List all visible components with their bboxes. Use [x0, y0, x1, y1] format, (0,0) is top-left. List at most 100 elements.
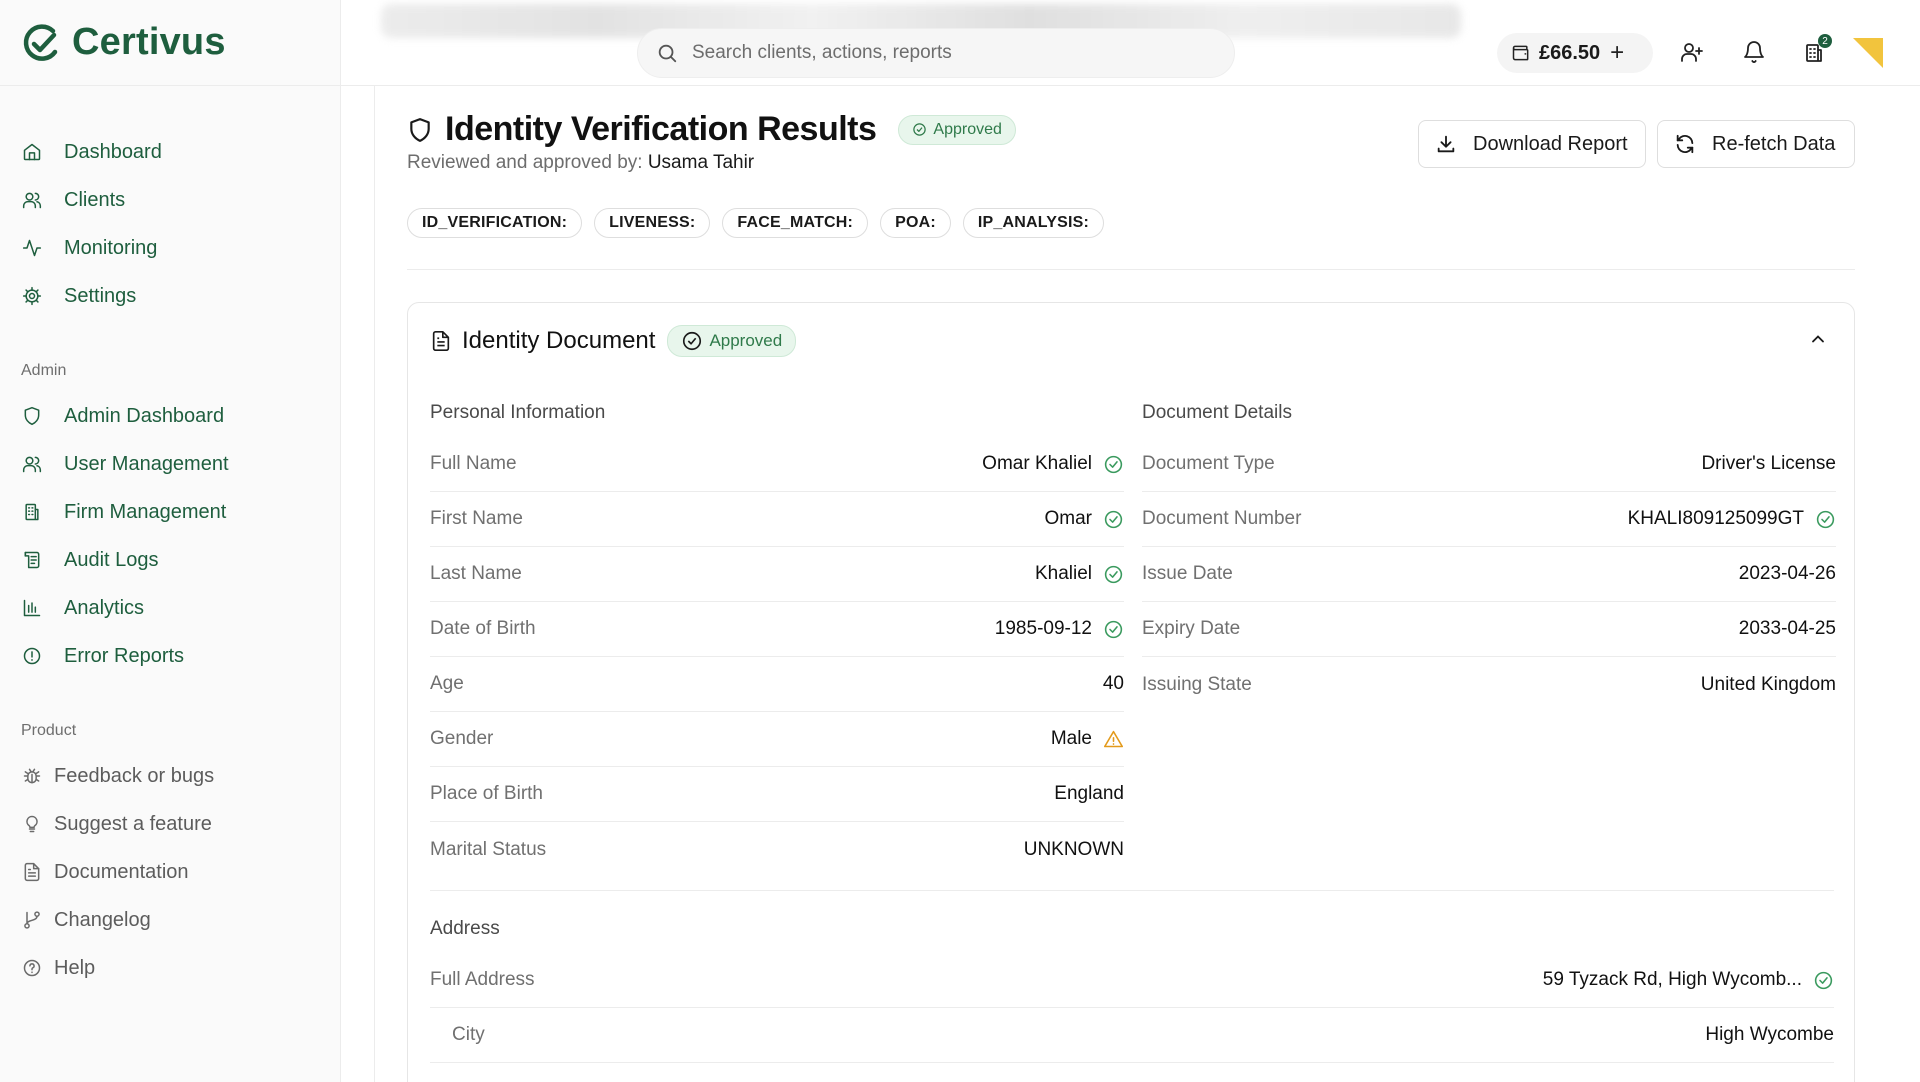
brand[interactable]: Certivus [0, 0, 340, 86]
sidebar-item-label: Feedback or bugs [54, 764, 215, 787]
field-value: High Wycombe [1705, 1024, 1834, 1045]
git-branch-icon [21, 909, 43, 931]
download-report-label: Download Report [1473, 132, 1628, 155]
check-circle-icon [1102, 453, 1124, 475]
alert-circle-icon [21, 645, 43, 667]
download-report-button[interactable]: Download Report [1418, 120, 1646, 168]
shield-icon [410, 117, 430, 142]
sidebar-item-analytics[interactable]: Analytics [0, 584, 340, 632]
sidebar-item-documentation[interactable]: Documentation [0, 848, 340, 896]
sidebar-item-feedback[interactable]: Feedback or bugs [0, 752, 340, 800]
sidebar-item-label: Audit Logs [64, 548, 159, 571]
sidebar-item-label: Analytics [64, 596, 145, 619]
document-details-section: Document Details Document Type Driver's L… [1142, 399, 1836, 712]
notifications-button[interactable] [1740, 38, 1768, 66]
sidebar-item-label: Changelog [54, 908, 151, 931]
sidebar-item-label: Firm Management [64, 500, 227, 523]
sidebar-item-help[interactable]: Help [0, 944, 340, 992]
chevron-up-icon [1812, 335, 1824, 343]
status-label: Approved [933, 120, 1002, 138]
sidebar-section-product: Product [21, 722, 77, 739]
sidebar-item-label: Suggest a feature [54, 812, 212, 835]
field-row: Marital Status UNKNOWN [430, 822, 1124, 877]
document-rows: Document Type Driver's License Document Nu… [1142, 437, 1836, 712]
field-label: City [452, 1024, 485, 1045]
field-label: Document Number [1142, 508, 1302, 529]
sidebar-item-settings[interactable]: Settings [0, 272, 340, 320]
field-label: Expiry Date [1142, 618, 1241, 639]
section-heading: Document Details [1142, 402, 1292, 423]
field-label: Issue Date [1142, 563, 1233, 584]
sidebar-item-admin-dashboard[interactable]: Admin Dashboard [0, 392, 340, 440]
field-value-group: 2033-04-25 [1739, 618, 1836, 640]
field-label: Age [430, 673, 464, 694]
search-bar[interactable] [637, 28, 1235, 78]
field-label: First Name [430, 508, 523, 529]
check-chip-poa[interactable]: POA: [880, 208, 951, 238]
home-icon [21, 141, 43, 163]
sidebar-item-label: User Management [64, 452, 229, 475]
refetch-data-button[interactable]: Re-fetch Data [1657, 120, 1855, 168]
sidebar-item-changelog[interactable]: Changelog [0, 896, 340, 944]
address-rows: Full Address 59 Tyzack Rd, High Wycomb...… [430, 953, 1834, 1082]
identity-document-card: Identity Document Approved Personal Info… [407, 302, 1855, 1082]
field-value: Male [1050, 728, 1092, 749]
check-chip-liveness[interactable]: LIVENESS: [594, 208, 711, 238]
field-row: RegionEngland [430, 1063, 1834, 1082]
credit-amount: £66.50 [1539, 41, 1601, 64]
add-credit-button[interactable]: + [1610, 41, 1624, 65]
sidebar: Certivus Dashboard Clients Monitoring Se… [0, 0, 341, 1082]
field-value-group: Male [1051, 728, 1124, 750]
sidebar-item-audit-logs[interactable]: Audit Logs [0, 536, 340, 584]
download-icon [1437, 135, 1455, 153]
field-label: Date of Birth [430, 618, 536, 639]
field-value: 1985-09-12 [994, 618, 1092, 639]
sidebar-item-suggest-feature[interactable]: Suggest a feature [0, 800, 340, 848]
field-value: 40 [1102, 673, 1124, 694]
field-row: Gender Male [430, 712, 1124, 767]
field-value: KHALI809125099GT [1627, 508, 1804, 529]
card-header[interactable]: Identity Document Approved [430, 325, 797, 357]
reviewer-name: Usama Tahir [647, 152, 755, 173]
sidebar-item-dashboard[interactable]: Dashboard [0, 128, 340, 176]
check-chip-ip-analysis[interactable]: IP_ANALYSIS: [962, 208, 1105, 238]
check-circle-icon [1102, 563, 1124, 585]
invite-user-button[interactable] [1678, 38, 1706, 66]
field-label: Marital Status [430, 838, 547, 860]
sidebar-item-label: Dashboard [64, 140, 162, 163]
section-heading: Personal Information [430, 402, 606, 423]
scroll-icon [21, 549, 43, 571]
sidebar-item-clients[interactable]: Clients [0, 176, 340, 224]
sidebar-item-firm-management[interactable]: Firm Management [0, 488, 340, 536]
bug-icon [21, 765, 43, 787]
field-value-group: 1985-09-12 [995, 618, 1124, 640]
field-value-group: Omar [1045, 508, 1125, 530]
check-chip-id-verification[interactable]: ID_VERIFICATION: [407, 208, 583, 238]
field-value: 2033-04-25 [1738, 618, 1836, 639]
field-value: Omar Khaliel [982, 453, 1092, 474]
sidebar-nav: Dashboard Clients Monitoring Settings Ad… [0, 128, 340, 992]
sidebar-item-user-management[interactable]: User Management [0, 440, 340, 488]
sidebar-item-monitoring[interactable]: Monitoring [0, 224, 340, 272]
field-label: Issuing State [1142, 673, 1252, 695]
field-value-group: United Kingdom [1701, 674, 1836, 696]
refetch-data-label: Re-fetch Data [1712, 132, 1836, 155]
building-icon [21, 501, 43, 523]
firm-switcher-button[interactable]: 2 [1800, 34, 1832, 66]
personal-rows: Full Name Omar Khaliel First Name Omar Last … [430, 437, 1124, 877]
field-row: Age 40 [430, 657, 1124, 712]
credit-balance[interactable]: £66.50 + [1497, 33, 1653, 73]
refresh-icon [1676, 134, 1694, 154]
warning-triangle-icon [1102, 728, 1124, 750]
card-title: Identity Document [462, 327, 656, 354]
field-value-group: High Wycombe [1705, 1024, 1834, 1046]
sidebar-item-error-reports[interactable]: Error Reports [0, 632, 340, 680]
field-row: Document Number KHALI809125099GT [1142, 492, 1836, 547]
check-chip-face-match[interactable]: FACE_MATCH: [722, 208, 869, 238]
check-circle-icon [1102, 508, 1124, 530]
field-label: Gender [430, 728, 494, 749]
wallet-icon [1512, 45, 1529, 61]
search-input[interactable] [692, 42, 1192, 64]
collapse-button[interactable] [1808, 329, 1832, 353]
field-value-group: England [1054, 783, 1124, 805]
